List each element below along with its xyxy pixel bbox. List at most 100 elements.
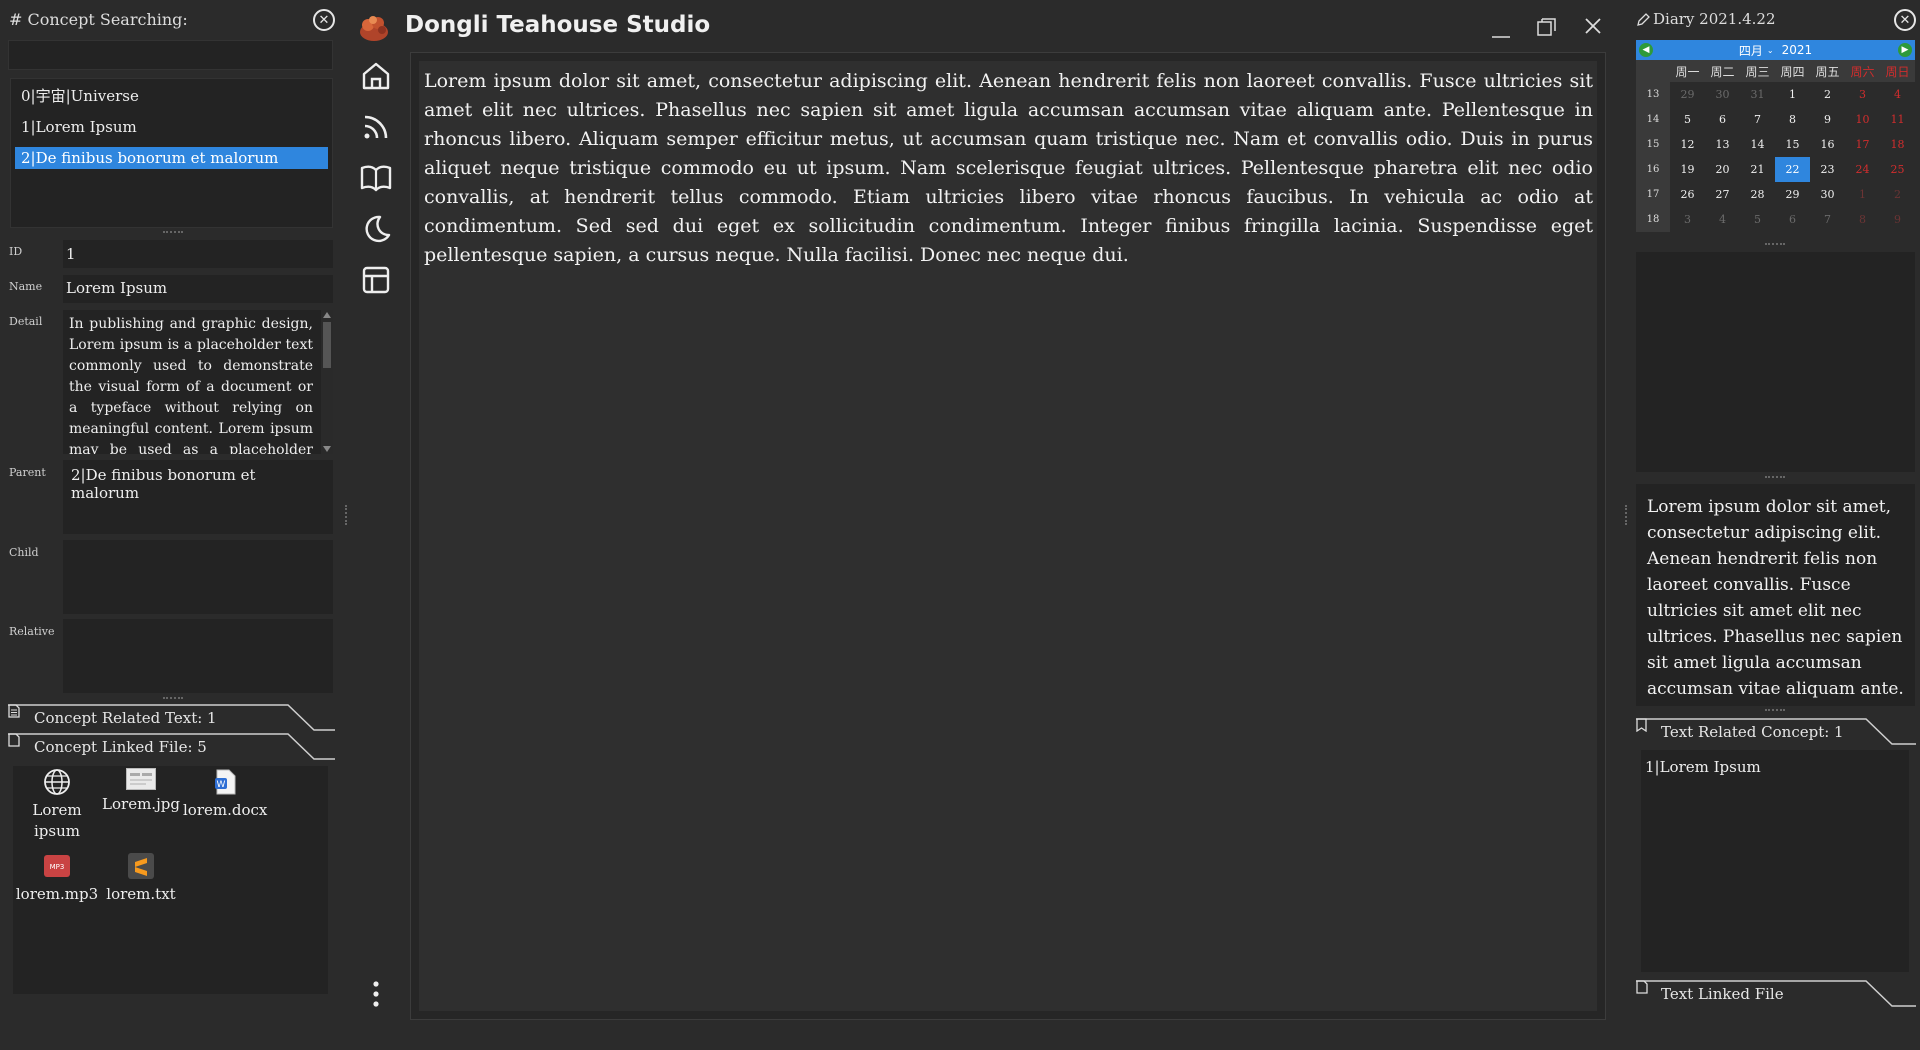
calendar-day[interactable]: 29 [1775, 182, 1810, 207]
splitter-handle[interactable] [345, 505, 347, 525]
calendar-day[interactable]: 26 [1670, 182, 1705, 207]
diary-note-text[interactable]: Lorem ipsum dolor sit amet, consectetur … [1647, 494, 1907, 702]
calendar-day[interactable]: 1 [1845, 182, 1880, 207]
file-item[interactable]: lorem.txt [99, 852, 183, 905]
relative-label: Relative [9, 625, 55, 638]
text-editor: Lorem ipsum dolor sit amet, consectetur … [410, 52, 1606, 1020]
calendar-day[interactable]: 18 [1880, 132, 1915, 157]
name-field[interactable]: Lorem Ipsum [63, 275, 333, 303]
calendar-day[interactable]: 6 [1775, 207, 1810, 232]
calendar-day[interactable]: 16 [1810, 132, 1845, 157]
calendar-day[interactable]: 3 [1845, 82, 1880, 107]
calendar-day[interactable]: 4 [1880, 82, 1915, 107]
file-item[interactable]: W lorem.docx [183, 768, 267, 821]
calendar-day[interactable]: 29 [1670, 82, 1705, 107]
scroll-up-icon[interactable] [323, 312, 331, 318]
more-vertical-icon[interactable] [366, 980, 386, 1010]
calendar-day[interactable]: 27 [1705, 182, 1740, 207]
relative-field[interactable] [63, 619, 333, 693]
calendar-day[interactable]: 25 [1880, 157, 1915, 182]
calendar-day-today[interactable]: 22 [1775, 157, 1810, 182]
close-icon[interactable]: ✕ [313, 9, 335, 31]
scroll-thumb[interactable] [323, 322, 331, 368]
text-linked-file-tab[interactable]: Text Linked File [1636, 980, 1916, 1008]
home-icon[interactable] [356, 56, 396, 96]
calendar-day[interactable]: 11 [1880, 107, 1915, 132]
splitter-handle[interactable] [163, 697, 183, 701]
calendar-day[interactable]: 8 [1845, 207, 1880, 232]
minimize-icon[interactable] [1483, 10, 1519, 46]
calendar-day[interactable]: 9 [1880, 207, 1915, 232]
concept-linked-file-tab[interactable]: Concept Linked File: 5 [8, 733, 335, 761]
calendar-day[interactable]: 5 [1670, 107, 1705, 132]
calendar-day[interactable]: 8 [1775, 107, 1810, 132]
calendar-day[interactable]: 31 [1740, 82, 1775, 107]
layout-icon[interactable] [356, 260, 396, 300]
calendar-day[interactable]: 28 [1740, 182, 1775, 207]
calendar-month[interactable]: 四月 [1739, 42, 1763, 59]
calendar-day[interactable]: 6 [1705, 107, 1740, 132]
calendar-day[interactable]: 30 [1705, 82, 1740, 107]
calendar-day[interactable]: 2 [1880, 182, 1915, 207]
calendar-day[interactable]: 24 [1845, 157, 1880, 182]
calendar-day[interactable]: 20 [1705, 157, 1740, 182]
splitter-handle[interactable] [1625, 505, 1627, 525]
next-month-icon[interactable]: ▶ [1898, 43, 1912, 57]
calendar-day[interactable]: 19 [1670, 157, 1705, 182]
splitter-handle[interactable] [1765, 243, 1785, 247]
calendar-day[interactable]: 2 [1810, 82, 1845, 107]
concept-related-text-tab[interactable]: Concept Related Text: 1 [8, 704, 335, 732]
calendar-day[interactable]: 17 [1845, 132, 1880, 157]
id-field[interactable]: 1 [63, 240, 333, 268]
calendar-day[interactable]: 14 [1740, 132, 1775, 157]
calendar-day[interactable]: 15 [1775, 132, 1810, 157]
calendar-day[interactable]: 10 [1845, 107, 1880, 132]
calendar-day[interactable]: 21 [1740, 157, 1775, 182]
calendar-day[interactable]: 9 [1810, 107, 1845, 132]
chevron-down-icon[interactable]: ⌄ [1767, 46, 1774, 55]
editor-text[interactable]: Lorem ipsum dolor sit amet, consectetur … [424, 67, 1593, 270]
calendar-day[interactable]: 1 [1775, 82, 1810, 107]
close-icon[interactable]: ✕ [1894, 9, 1916, 31]
calendar-year[interactable]: 2021 [1782, 43, 1813, 57]
calendar-day[interactable]: 7 [1810, 207, 1845, 232]
book-icon[interactable] [356, 158, 396, 198]
list-item[interactable]: 1|Lorem Ipsum [1645, 758, 1905, 776]
calendar-day[interactable]: 7 [1740, 107, 1775, 132]
child-field[interactable] [63, 540, 333, 614]
list-item[interactable]: 1|Lorem Ipsum [15, 116, 328, 138]
title-bar: Dongli Teahouse Studio [343, 0, 1613, 52]
splitter-handle[interactable] [1765, 476, 1785, 480]
calendar-day[interactable]: 23 [1810, 157, 1845, 182]
list-item[interactable]: 0|宇宙|Universe [15, 85, 328, 107]
calendar-day[interactable]: 30 [1810, 182, 1845, 207]
detail-scrollbar[interactable] [321, 310, 333, 454]
calendar-day[interactable]: 5 [1740, 207, 1775, 232]
prev-month-icon[interactable]: ◀ [1639, 43, 1653, 57]
close-icon[interactable] [1575, 8, 1611, 44]
file-item[interactable]: Lorem ipsum [15, 768, 99, 842]
splitter-handle[interactable] [1765, 709, 1785, 713]
calendar-day[interactable]: 4 [1705, 207, 1740, 232]
restore-icon[interactable] [1529, 8, 1565, 44]
text-related-concept-tab[interactable]: Text Related Concept: 1 [1636, 718, 1916, 746]
diary-note[interactable]: Lorem ipsum dolor sit amet, consectetur … [1636, 484, 1915, 706]
detail-textarea[interactable]: In publishing and graphic design, Lorem … [63, 310, 333, 454]
splitter-handle[interactable] [163, 231, 183, 235]
parent-field[interactable]: 2|De finibus bonorum et malorum [63, 460, 333, 534]
tab-outline [8, 733, 335, 760]
file-item[interactable]: Lorem.jpg [99, 768, 183, 815]
editor-content-area[interactable]: Lorem ipsum dolor sit amet, consectetur … [419, 61, 1597, 1011]
parent-value[interactable]: 2|De finibus bonorum et malorum [63, 460, 333, 508]
calendar-day[interactable]: 13 [1705, 132, 1740, 157]
rss-icon[interactable] [356, 107, 396, 147]
concept-search-input[interactable] [8, 40, 333, 70]
list-item-selected[interactable]: 2|De finibus bonorum et malorum [15, 147, 328, 169]
scroll-down-icon[interactable] [323, 446, 331, 452]
calendar-day[interactable]: 3 [1670, 207, 1705, 232]
tab-outline [1636, 718, 1916, 745]
calendar-day[interactable]: 12 [1670, 132, 1705, 157]
moon-icon[interactable] [356, 209, 396, 249]
weekday-label: 周三 [1740, 60, 1775, 82]
file-item[interactable]: MP3 lorem.mp3 [15, 852, 99, 905]
